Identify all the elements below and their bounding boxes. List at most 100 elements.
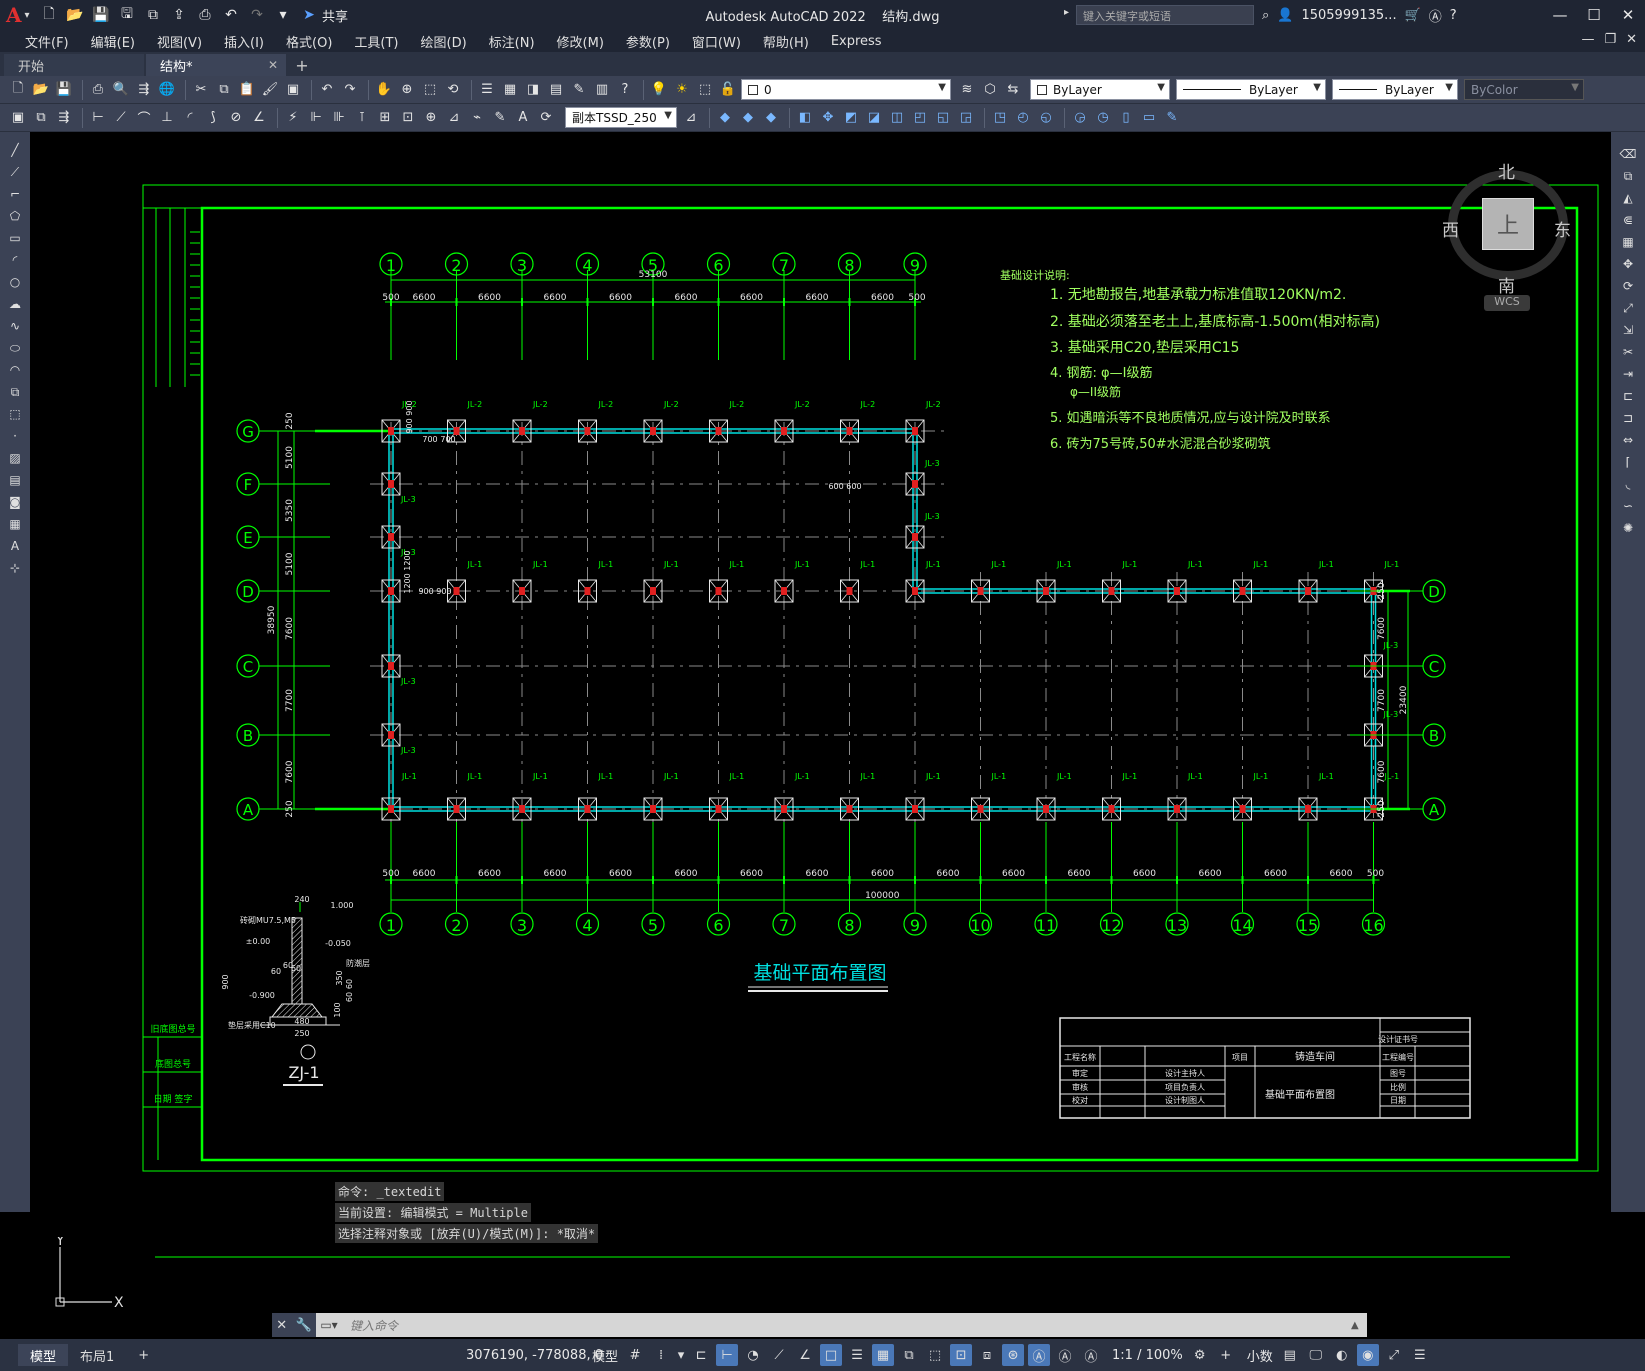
menu-file[interactable]: 文件(F) bbox=[14, 32, 80, 51]
offset-icon[interactable]: ⋐ bbox=[1618, 210, 1638, 230]
help-icon[interactable]: ? bbox=[1450, 8, 1457, 23]
save-icon[interactable]: 💾 bbox=[90, 5, 112, 25]
plot-icon[interactable]: ⎙ bbox=[88, 80, 108, 100]
ellipse-arc-icon[interactable]: ◠ bbox=[5, 360, 25, 380]
user-name[interactable]: 1505999135... bbox=[1301, 8, 1396, 23]
polygon-icon[interactable]: ⬠ bbox=[5, 206, 25, 226]
viewcube[interactable]: 北 南 东 西 上 WCS bbox=[1442, 160, 1578, 330]
layer-properties-icon[interactable]: ≋ bbox=[957, 80, 977, 100]
linetype-select[interactable]: ByLayer ▼ bbox=[1176, 79, 1326, 100]
hatch-icon[interactable]: ▨ bbox=[5, 448, 25, 468]
add-layout-button[interactable]: + bbox=[126, 1344, 161, 1366]
globe-icon[interactable]: 🌐 bbox=[157, 80, 177, 100]
layer-thaw-icon[interactable]: ☀ bbox=[672, 80, 692, 100]
redo-icon[interactable]: ↷ bbox=[246, 5, 268, 25]
save-as-icon[interactable]: 🖫 bbox=[116, 5, 138, 25]
menu-format[interactable]: 格式(O) bbox=[275, 32, 343, 51]
modify-icon[interactable]: ▭ bbox=[1139, 108, 1159, 128]
quick-dim-icon[interactable]: ⚡ bbox=[283, 108, 303, 128]
spline-icon[interactable]: ∿ bbox=[5, 316, 25, 336]
doc-minimize-icon[interactable]: — bbox=[1581, 32, 1594, 47]
tab-layout1[interactable]: 布局1 bbox=[68, 1344, 126, 1366]
chamfer-icon[interactable]: ⌈ bbox=[1618, 452, 1638, 472]
menu-view[interactable]: 视图(V) bbox=[146, 32, 213, 51]
menu-edit[interactable]: 编辑(E) bbox=[80, 32, 146, 51]
lineweight-icon[interactable]: ☰ bbox=[846, 1344, 868, 1366]
modify-icon[interactable]: ◴ bbox=[1013, 108, 1033, 128]
modify-icon[interactable]: ◰ bbox=[910, 108, 930, 128]
explode-icon[interactable]: ✺ bbox=[1618, 518, 1638, 538]
fillet-icon[interactable]: ◟ bbox=[1618, 474, 1638, 494]
gradient-icon[interactable]: ▤ bbox=[5, 470, 25, 490]
share-icon[interactable]: ➤ bbox=[298, 5, 320, 25]
modify-icon[interactable]: ◧ bbox=[795, 108, 815, 128]
break-icon[interactable]: ⊐ bbox=[1618, 408, 1638, 428]
modify-icon[interactable]: ◆ bbox=[761, 108, 781, 128]
erase-icon[interactable]: ⌫ bbox=[1618, 144, 1638, 164]
menu-dimension[interactable]: 标注(N) bbox=[478, 32, 546, 51]
make-block-icon[interactable]: ⬚ bbox=[5, 404, 25, 424]
selection-cycling-icon[interactable]: ⧉ bbox=[898, 1344, 920, 1366]
menu-help[interactable]: 帮助(H) bbox=[752, 32, 820, 51]
menu-parametric[interactable]: 参数(P) bbox=[615, 32, 681, 51]
search-input[interactable]: 键入关键字或短语 bbox=[1076, 5, 1254, 25]
copy-icon[interactable]: ⧉ bbox=[214, 80, 234, 100]
chevron-up-icon[interactable]: ▲ bbox=[1351, 1320, 1367, 1331]
plotstyle-select[interactable]: ByColor ▼ bbox=[1464, 79, 1584, 100]
menu-window[interactable]: 窗口(W) bbox=[681, 32, 752, 51]
clean-screen-icon[interactable]: ⤢ bbox=[1383, 1344, 1405, 1366]
isolate-objects-icon[interactable]: ◐ bbox=[1331, 1344, 1353, 1366]
viewcube-top-face[interactable]: 上 bbox=[1482, 198, 1534, 250]
polar-icon[interactable]: ◔ bbox=[742, 1344, 764, 1366]
compass-west[interactable]: 西 bbox=[1442, 216, 1459, 241]
object-snap-icon[interactable]: □ bbox=[820, 1344, 843, 1366]
continue-icon[interactable]: ⊪ bbox=[329, 108, 349, 128]
save-web-icon[interactable]: ⇪ bbox=[168, 5, 190, 25]
aligned-dim-icon[interactable]: ⟋ bbox=[111, 108, 131, 128]
calculator-icon[interactable]: ▥ bbox=[592, 80, 612, 100]
customize-qa-icon[interactable]: ▾ bbox=[272, 5, 294, 25]
radius-icon[interactable]: ◜ bbox=[180, 108, 200, 128]
polyline-icon[interactable]: ⌐ bbox=[5, 184, 25, 204]
arc-length-icon[interactable]: ⌒ bbox=[134, 108, 154, 128]
dim-edit-icon[interactable]: ✎ bbox=[490, 108, 510, 128]
annotation-monitor-icon[interactable]: + bbox=[1215, 1344, 1237, 1366]
tab-model[interactable]: 模型 bbox=[18, 1344, 69, 1366]
magnifier-icon[interactable]: ⌕ bbox=[1262, 8, 1269, 23]
new-icon[interactable]: 🗋 bbox=[8, 80, 28, 100]
dim-text-edit-icon[interactable]: A bbox=[513, 108, 533, 128]
open-icon[interactable]: 📂 bbox=[31, 80, 51, 100]
extend-icon[interactable]: ⇥ bbox=[1618, 364, 1638, 384]
paste-icon[interactable]: 📋 bbox=[237, 80, 257, 100]
line-icon[interactable]: ╱ bbox=[5, 140, 25, 160]
modify-icon[interactable]: ◪ bbox=[864, 108, 884, 128]
wrench-icon[interactable]: 🔧 bbox=[296, 1318, 312, 1333]
gizmo-icon[interactable]: ⊛ bbox=[1002, 1344, 1025, 1366]
match-properties-icon[interactable]: 🖌 bbox=[260, 80, 280, 100]
space-icon[interactable]: ⊺ bbox=[352, 108, 372, 128]
inspect-icon[interactable]: ⊿ bbox=[444, 108, 464, 128]
layer-viewport-icon[interactable]: ⬚ bbox=[695, 80, 715, 100]
command-input[interactable]: 键入命令 bbox=[342, 1313, 1351, 1337]
workspace-gear-icon[interactable]: ⚙ bbox=[1189, 1344, 1211, 1366]
tolerance-icon[interactable]: ⊡ bbox=[398, 108, 418, 128]
app-logo[interactable]: A ▾ bbox=[6, 3, 36, 27]
hardware-acceleration-icon[interactable]: ◉ bbox=[1356, 1344, 1379, 1366]
snap-dropdown-icon[interactable]: ▾ bbox=[676, 1344, 686, 1366]
region-icon[interactable]: ◙ bbox=[5, 492, 25, 512]
break-at-point-icon[interactable]: ⊏ bbox=[1618, 386, 1638, 406]
rectangle-icon[interactable]: ▭ bbox=[5, 228, 25, 248]
cart-icon[interactable]: 🛒 bbox=[1405, 8, 1421, 23]
menu-draw[interactable]: 绘图(D) bbox=[410, 32, 478, 51]
modify-icon[interactable]: ◆ bbox=[738, 108, 758, 128]
customize-icon[interactable]: ☰ bbox=[1409, 1344, 1431, 1366]
add-selected-icon[interactable]: ⊹ bbox=[5, 558, 25, 578]
cut-icon[interactable]: ✂ bbox=[191, 80, 211, 100]
wcs-menu[interactable]: WCS bbox=[1484, 295, 1530, 311]
zoom-previous-icon[interactable]: ⟲ bbox=[443, 80, 463, 100]
search-expand-icon[interactable]: ▸ bbox=[1064, 7, 1069, 18]
rotate-icon[interactable]: ⟳ bbox=[1618, 276, 1638, 296]
tab-close-icon[interactable]: ✕ bbox=[268, 58, 278, 72]
ellipse-icon[interactable]: ⬭ bbox=[5, 338, 25, 358]
jogged-linear-icon[interactable]: ⌁ bbox=[467, 108, 487, 128]
